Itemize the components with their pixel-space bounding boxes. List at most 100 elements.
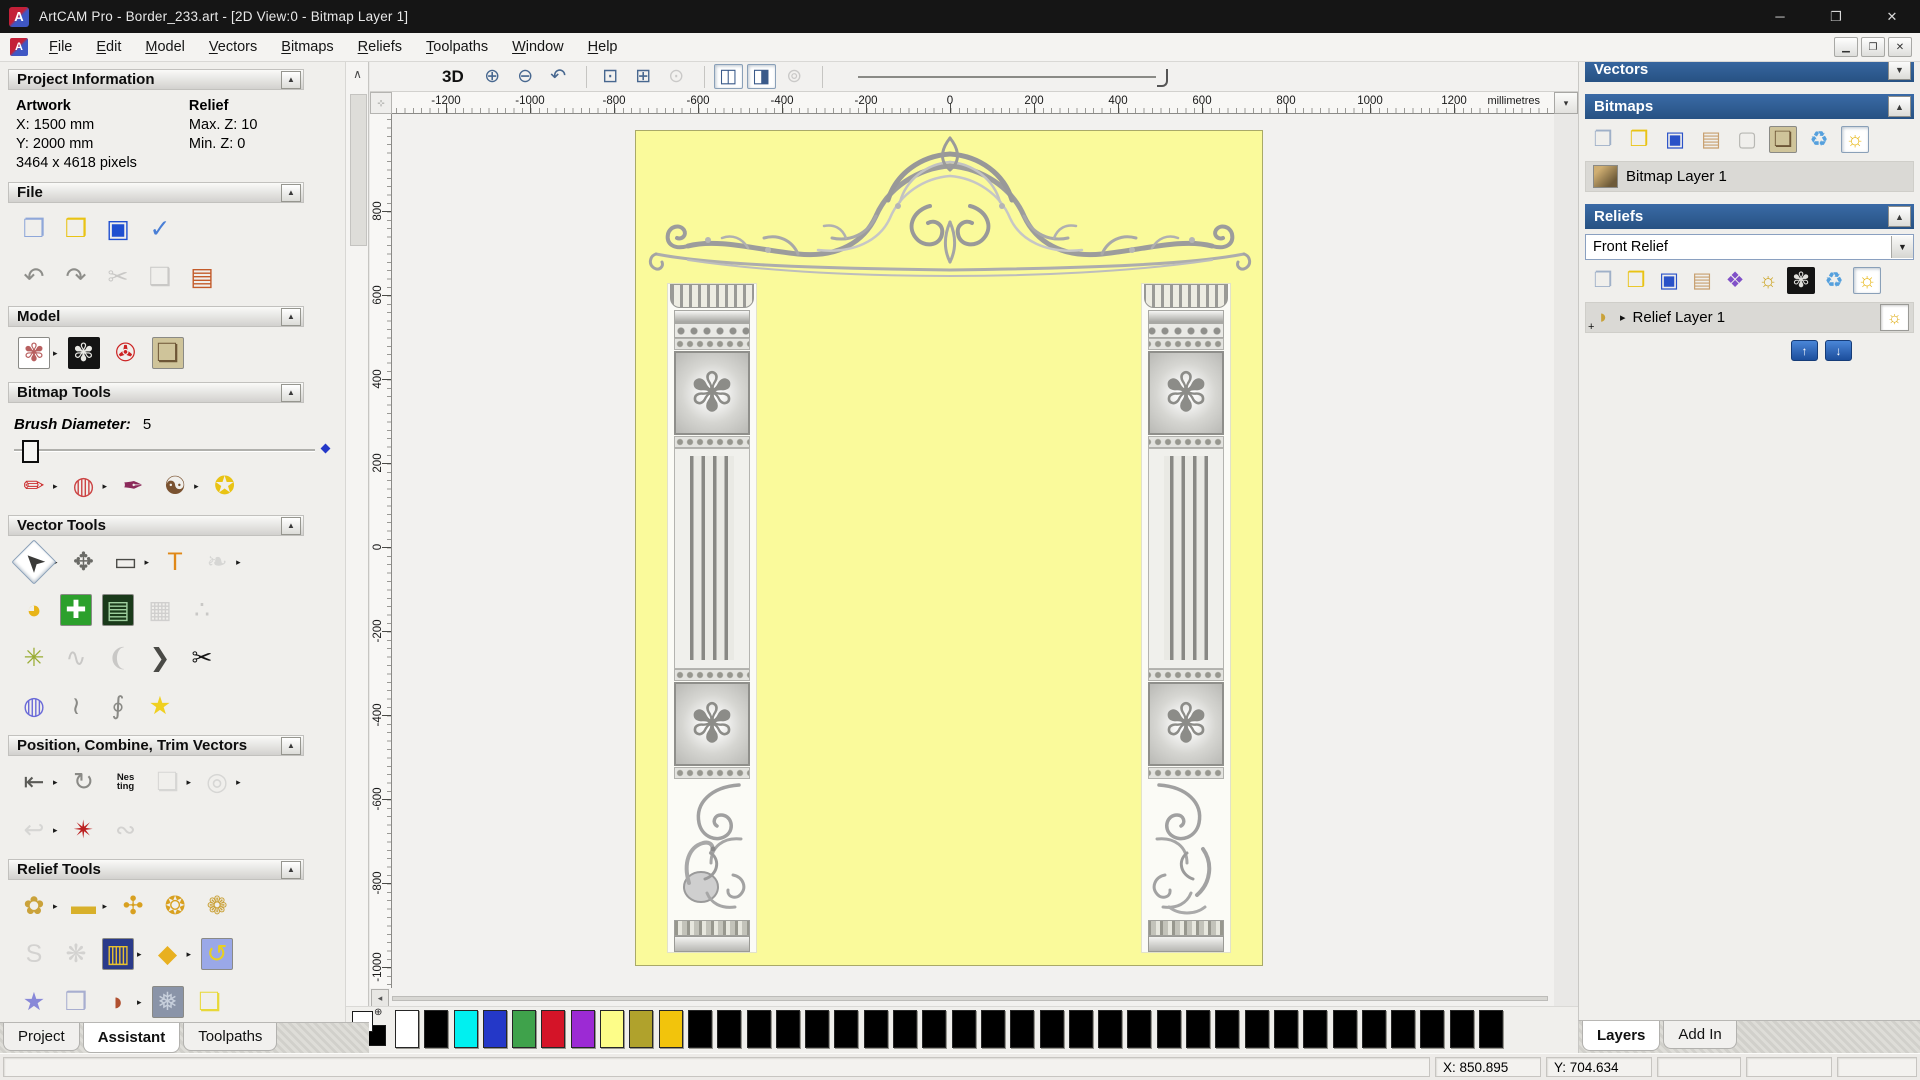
palette-swatch[interactable] [1420, 1010, 1445, 1048]
flyout-arrow-icon[interactable]: ▸ [53, 825, 58, 836]
flyout-arrow-icon[interactable]: ▸ [103, 481, 108, 492]
delete-bitmap-layer-icon[interactable]: ♻ [1805, 126, 1833, 153]
flyout-arrow-icon[interactable]: ▸ [53, 348, 58, 359]
flyout-arrow-icon[interactable]: ▸ [53, 901, 58, 912]
layer-visibility-bulb-icon[interactable]: ☼ [1880, 304, 1909, 331]
bitmaps-header[interactable]: Bitmaps ▲ [1585, 94, 1914, 119]
select-vectors-icon[interactable]: ➤ [11, 539, 57, 585]
scroll-up-icon[interactable]: ∧ [349, 64, 366, 84]
palette-swatch[interactable] [775, 1010, 800, 1048]
arrange-text-icon[interactable]: ▤ [102, 594, 134, 626]
flyout-arrow-icon[interactable]: ▸ [187, 777, 192, 788]
palette-swatch[interactable] [1156, 1010, 1181, 1048]
zoom-slider-handle[interactable] [1156, 68, 1168, 87]
align-vectors-icon[interactable]: ⇤ [18, 766, 50, 798]
zoom-fit-icon[interactable]: ⊞ [629, 64, 658, 89]
sculpt-relief-icon[interactable]: ❁ [201, 890, 233, 922]
zoom-slider-track[interactable] [857, 75, 1156, 78]
slider-handle[interactable] [22, 440, 39, 463]
nesting-icon[interactable]: Nes ting [110, 766, 142, 798]
new-model-icon[interactable]: ❐ [18, 213, 50, 245]
mdi-close-button[interactable]: ✕ [1888, 37, 1912, 57]
palette-swatch[interactable] [600, 1010, 625, 1048]
ruler-origin-button[interactable]: ⊹ [370, 92, 392, 114]
move-layer-down-button[interactable]: ↓ [1825, 340, 1852, 361]
palette-swatch[interactable] [570, 1010, 595, 1048]
vector-doctor-icon[interactable]: ✚ [60, 594, 92, 626]
bitmap-layer-row[interactable]: Bitmap Layer 1 [1585, 161, 1914, 192]
palette-swatch[interactable] [893, 1010, 918, 1048]
palette-swatch[interactable] [629, 1010, 654, 1048]
close-button[interactable]: ✕ [1864, 0, 1920, 33]
mdi-minimize-button[interactable]: ▁ [1834, 37, 1858, 57]
distort-envelope-icon[interactable]: ✴ [68, 814, 100, 846]
redo-icon[interactable]: ↷ [60, 261, 92, 293]
zoom-previous-icon[interactable]: ↶ [544, 64, 573, 89]
save-bitmap-layer-icon[interactable]: ▣ [1661, 126, 1689, 153]
section-header-vector-tools[interactable]: Vector Tools ▲ [8, 515, 304, 536]
blank-bitmap-layer-icon[interactable]: ▢ [1733, 126, 1761, 153]
section-header-file[interactable]: File ▲ [8, 182, 304, 203]
paste-relief-icon[interactable]: ★ [18, 986, 50, 1018]
trim-vectors-scissors-icon[interactable]: ✂ [186, 642, 218, 674]
palette-swatch[interactable] [1273, 1010, 1298, 1048]
assistant-scrollbar[interactable]: ∧ ∨ [345, 62, 369, 1022]
emboss-wizard-icon[interactable]: ▥ [102, 938, 134, 970]
clipart-library-icon[interactable]: ❏ [151, 337, 184, 369]
fillet-corners-icon[interactable]: ❯ [144, 642, 176, 674]
expand-arrow-icon[interactable]: ▼ [1888, 59, 1911, 80]
palette-swatch[interactable] [1449, 1010, 1474, 1048]
toggle-bitmap-visibility-icon[interactable]: ☼ [1841, 125, 1869, 153]
undo-icon[interactable]: ↶ [18, 261, 50, 293]
create-text-icon[interactable]: T [159, 546, 191, 578]
flyout-arrow-icon[interactable]: ▸ [236, 777, 241, 788]
flood-fill-selective-icon[interactable]: ✪ [209, 470, 241, 502]
zoom-out-icon[interactable]: ⊖ [511, 64, 540, 89]
menu-help[interactable]: Help [576, 36, 630, 58]
collapse-arrow-icon[interactable]: ▲ [281, 70, 301, 89]
mirror-vectors-icon[interactable]: ∮ [102, 690, 134, 722]
maximize-button[interactable]: ❐ [1808, 0, 1864, 33]
collapse-arrow-icon[interactable]: ▲ [281, 516, 301, 535]
menu-reliefs[interactable]: Reliefs [346, 36, 414, 58]
palette-swatch[interactable] [717, 1010, 742, 1048]
load-bitmap-layer-icon[interactable]: ❒ [1625, 126, 1653, 153]
flyout-arrow-icon[interactable]: ▸ [103, 901, 108, 912]
scroll-left-icon[interactable]: ◂ [371, 989, 389, 1007]
palette-swatch[interactable] [746, 1010, 771, 1048]
isolate-relief-layer-icon[interactable]: ❏ [194, 986, 226, 1018]
texture-roller-icon[interactable]: ❒ [60, 986, 92, 1018]
collapse-arrow-icon[interactable]: ▲ [281, 736, 301, 755]
palette-swatch[interactable] [453, 1010, 478, 1048]
scan-relief-icon[interactable]: ▤ [1688, 267, 1716, 294]
snap-guides-toggle-icon[interactable]: ◨ [746, 64, 776, 89]
palette-swatch[interactable] [1478, 1010, 1503, 1048]
palette-swatch[interactable] [863, 1010, 888, 1048]
page-tab-assistant[interactable]: Assistant [82, 1023, 181, 1053]
delete-relief-layer-icon[interactable]: ♻ [1820, 267, 1848, 294]
palette-swatch[interactable] [834, 1010, 859, 1048]
flyout-arrow-icon[interactable]: ▸ [194, 481, 199, 492]
collapse-arrow-icon[interactable]: ▲ [1888, 206, 1911, 227]
flood-fill-icon[interactable]: ◍ [68, 470, 100, 502]
panel-tab-add-in[interactable]: Add In [1663, 1021, 1737, 1049]
section-header-relief-tools[interactable]: Relief Tools ▲ [8, 859, 304, 880]
palette-swatch[interactable] [1068, 1010, 1093, 1048]
measure-tool-icon[interactable]: ◕ [18, 594, 50, 626]
wood-grain-icon[interactable]: ◗ [102, 986, 134, 1018]
palette-swatch[interactable] [687, 1010, 712, 1048]
new-bitmap-layer-icon[interactable]: ❐ [1589, 126, 1617, 153]
scrollbar-track[interactable] [392, 996, 1548, 1001]
invert-relief-layer-icon[interactable]: ✾ [1787, 266, 1815, 294]
flyout-arrow-icon[interactable]: ▸ [53, 777, 58, 788]
ruler-options-button[interactable]: ▾ [1554, 92, 1578, 114]
active-relief-dropdown[interactable]: Front Relief ▼ [1585, 234, 1914, 260]
clipart-bitmap-layer-icon[interactable]: ❏ [1769, 125, 1797, 153]
palette-swatch[interactable] [482, 1010, 507, 1048]
menu-bitmaps[interactable]: Bitmaps [269, 36, 345, 58]
palette-swatch[interactable] [1303, 1010, 1328, 1048]
palette-swatch[interactable] [951, 1010, 976, 1048]
collapse-arrow-icon[interactable]: ▲ [281, 183, 301, 202]
palette-swatch[interactable] [512, 1010, 537, 1048]
colour-palette-icon[interactable]: ☯ [159, 470, 191, 502]
